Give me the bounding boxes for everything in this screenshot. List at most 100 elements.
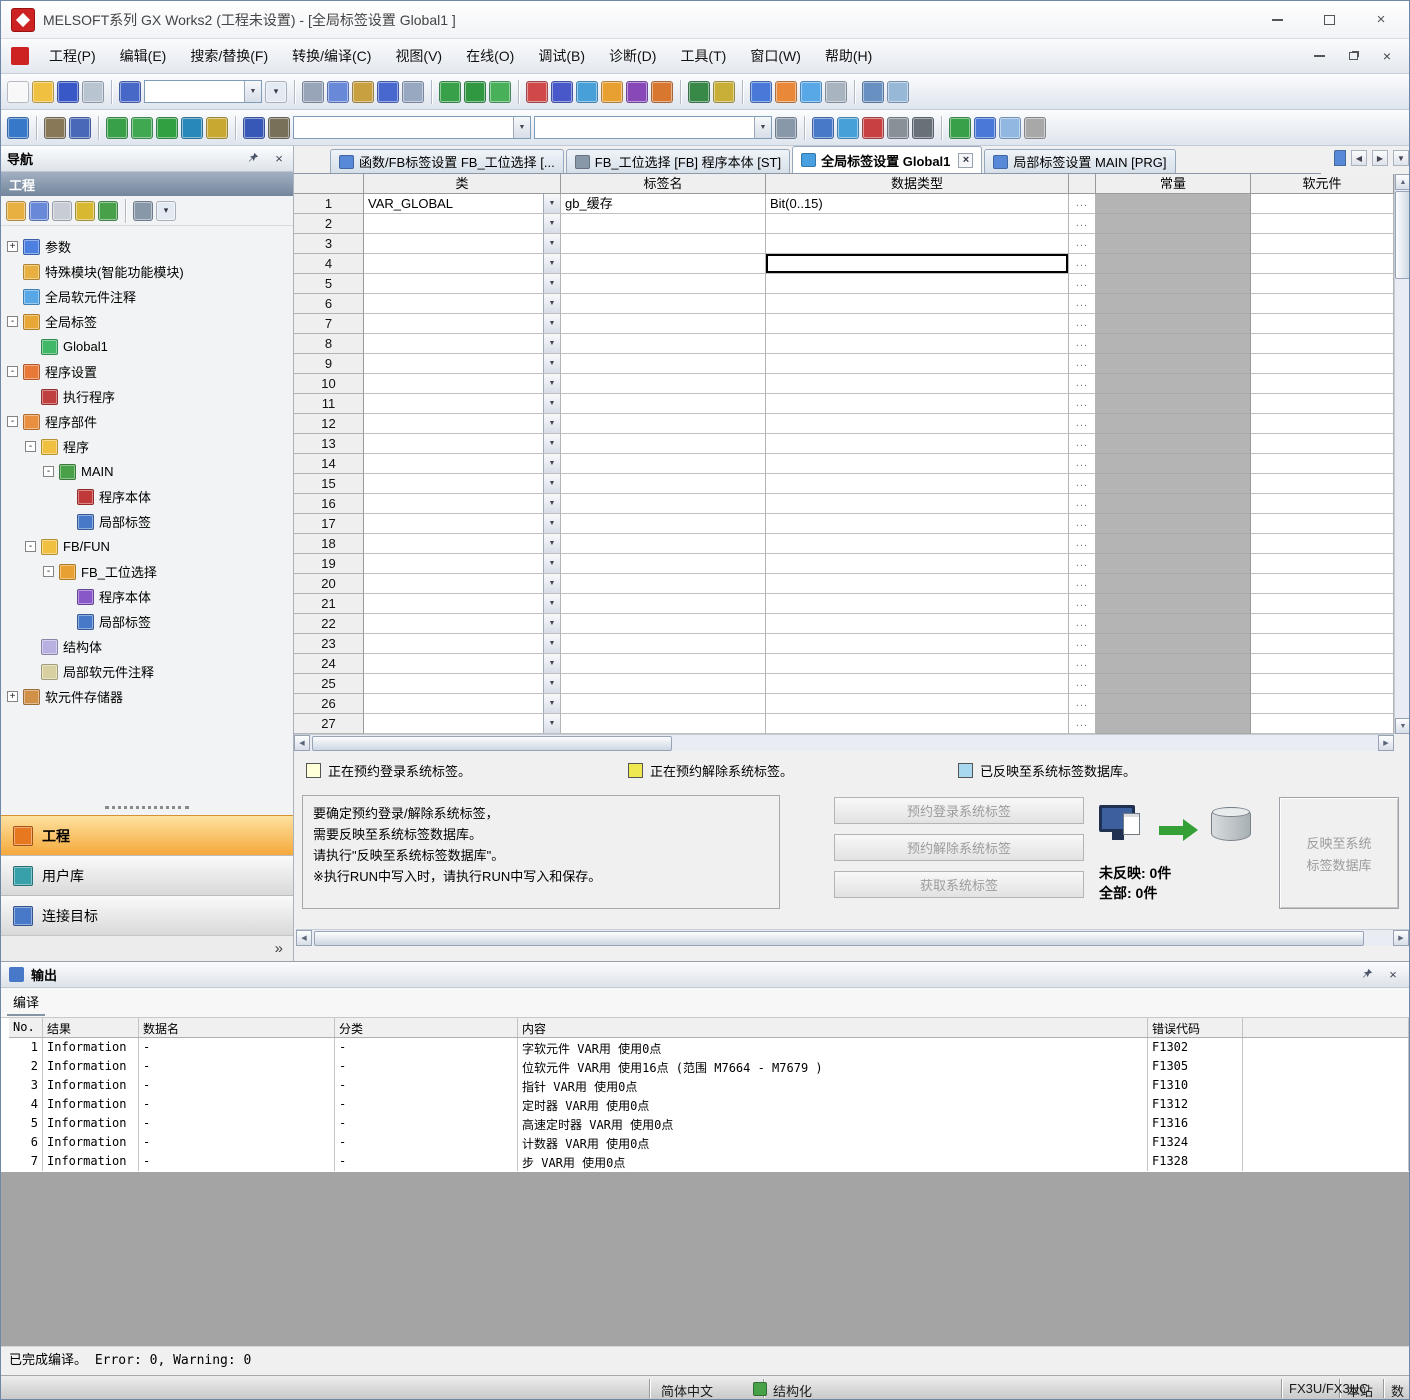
- class-cell[interactable]: [364, 694, 561, 714]
- menu-item[interactable]: 搜索/替换(F): [178, 40, 280, 72]
- browse-button[interactable]: [1069, 434, 1096, 454]
- class-cell[interactable]: [364, 634, 561, 654]
- class-cell[interactable]: [364, 594, 561, 614]
- nav-button-project[interactable]: 工程: [1, 815, 293, 855]
- browse-button[interactable]: [1069, 454, 1096, 474]
- help-doc-icon[interactable]: [119, 81, 141, 103]
- monitor-read-icon[interactable]: [551, 81, 573, 103]
- dropdown-button[interactable]: [543, 234, 560, 253]
- find-instruction-icon[interactable]: [601, 81, 623, 103]
- tree-expander[interactable]: -: [43, 566, 54, 577]
- data-type-cell[interactable]: [766, 234, 1069, 254]
- label-name-cell[interactable]: [561, 594, 766, 614]
- device-cell[interactable]: [1251, 534, 1394, 554]
- class-cell[interactable]: VAR_GLOBAL: [364, 194, 561, 214]
- system-label-button[interactable]: 获取系统标签: [834, 871, 1084, 898]
- output-row[interactable]: 4Information--定时器 VAR用 使用0点F1312: [9, 1095, 1409, 1114]
- class-cell[interactable]: [364, 574, 561, 594]
- browse-button[interactable]: [1069, 394, 1096, 414]
- close-icon[interactable]: [271, 151, 287, 166]
- security-icon[interactable]: [75, 201, 95, 221]
- data-type-cell[interactable]: [766, 654, 1069, 674]
- paste-data-icon[interactable]: [52, 201, 72, 221]
- simulation-stop-icon[interactable]: [974, 117, 996, 139]
- zoom-in-icon[interactable]: [862, 81, 884, 103]
- output-row[interactable]: 2Information--位软元件 VAR用 使用16点 (范围 M7664 …: [9, 1057, 1409, 1076]
- device-cell[interactable]: [1251, 634, 1394, 654]
- outline-expand-icon[interactable]: [812, 117, 834, 139]
- device-test-icon[interactable]: [464, 81, 486, 103]
- sort-ascending-icon[interactable]: [887, 117, 909, 139]
- label-name-cell[interactable]: [561, 414, 766, 434]
- device-comment-display-icon[interactable]: [106, 117, 128, 139]
- device-note-display-icon[interactable]: [156, 117, 178, 139]
- menu-item[interactable]: 编辑(E): [108, 40, 179, 72]
- tree-item[interactable]: -FB/FUN: [1, 534, 293, 559]
- browse-button[interactable]: [1069, 594, 1096, 614]
- data-type-cell[interactable]: [766, 574, 1069, 594]
- find-result-combo[interactable]: [534, 116, 772, 139]
- find-device-icon[interactable]: [576, 81, 598, 103]
- scroll-right-button[interactable]: [1393, 930, 1409, 946]
- tree-item[interactable]: 程序本体: [1, 484, 293, 509]
- minimize-button[interactable]: [1263, 8, 1291, 32]
- find-target-combo[interactable]: [293, 116, 531, 139]
- tree-item[interactable]: Global1: [1, 334, 293, 359]
- output-row[interactable]: 5Information--高速定时器 VAR用 使用0点F1316: [9, 1114, 1409, 1133]
- device-cell[interactable]: [1251, 494, 1394, 514]
- label-name-cell[interactable]: [561, 514, 766, 534]
- device-cell[interactable]: [1251, 714, 1394, 734]
- delete-label-icon[interactable]: [862, 117, 884, 139]
- start-monitor-icon[interactable]: [688, 81, 710, 103]
- device-cell[interactable]: [1251, 674, 1394, 694]
- browse-button[interactable]: [1069, 534, 1096, 554]
- label-name-cell[interactable]: [561, 454, 766, 474]
- menu-item[interactable]: 在线(O): [454, 40, 526, 72]
- device-cell[interactable]: [1251, 354, 1394, 374]
- device-display-icon[interactable]: [439, 81, 461, 103]
- dropdown-button[interactable]: [543, 374, 560, 393]
- data-type-cell[interactable]: [766, 414, 1069, 434]
- class-cell[interactable]: [364, 414, 561, 434]
- grid-horizontal-scrollbar[interactable]: [294, 734, 1394, 751]
- dropdown-button[interactable]: [543, 694, 560, 713]
- device-cell[interactable]: [1251, 214, 1394, 234]
- browse-button[interactable]: [1069, 514, 1096, 534]
- browse-button[interactable]: [1069, 694, 1096, 714]
- output-row[interactable]: 3Information--指针 VAR用 使用0点F1310: [9, 1076, 1409, 1095]
- class-cell[interactable]: [364, 714, 561, 734]
- dropdown-button[interactable]: [543, 294, 560, 313]
- class-cell[interactable]: [364, 294, 561, 314]
- maximize-button[interactable]: [1315, 8, 1343, 32]
- device-cell[interactable]: [1251, 654, 1394, 674]
- tree-item[interactable]: 执行程序: [1, 384, 293, 409]
- new-data-icon[interactable]: [6, 201, 26, 221]
- scroll-right-button[interactable]: [1378, 735, 1394, 751]
- dropdown-button[interactable]: [543, 714, 560, 733]
- browse-button[interactable]: [1069, 294, 1096, 314]
- panel-horizontal-scrollbar[interactable]: [296, 929, 1409, 946]
- browse-button[interactable]: [1069, 194, 1096, 214]
- device-batch-icon[interactable]: [489, 81, 511, 103]
- browse-button[interactable]: [1069, 674, 1096, 694]
- scroll-left-button[interactable]: [296, 930, 312, 946]
- class-cell[interactable]: [364, 514, 561, 534]
- tree-item[interactable]: 结构体: [1, 634, 293, 659]
- scroll-down-button[interactable]: [1395, 718, 1410, 734]
- device-cell[interactable]: [1251, 454, 1394, 474]
- data-type-cell[interactable]: [766, 614, 1069, 634]
- device-cell[interactable]: [1251, 254, 1394, 274]
- system-label-button[interactable]: 预约解除系统标签: [834, 834, 1084, 861]
- browse-button[interactable]: [1069, 214, 1096, 234]
- dropdown-button[interactable]: [543, 574, 560, 593]
- refresh-view-icon[interactable]: [98, 201, 118, 221]
- horizontal-scrollbar-thumb[interactable]: [312, 736, 672, 751]
- tree-expander[interactable]: -: [7, 366, 18, 377]
- tab[interactable]: FB_工位选择 [FB] 程序本体 [ST]: [566, 149, 790, 173]
- tree-item[interactable]: 局部标签: [1, 609, 293, 634]
- data-type-cell[interactable]: [766, 634, 1069, 654]
- tree-expander[interactable]: +: [7, 691, 18, 702]
- copy-icon[interactable]: [327, 81, 349, 103]
- tab[interactable]: 局部标签设置 MAIN [PRG]: [984, 149, 1175, 173]
- class-cell[interactable]: [364, 654, 561, 674]
